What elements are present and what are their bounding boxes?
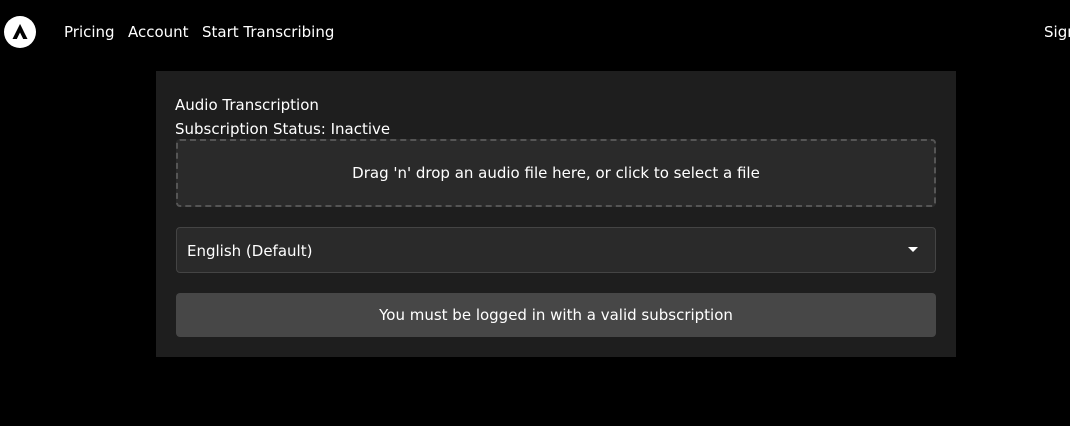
nav-link-account[interactable]: Account bbox=[128, 22, 189, 42]
transcribe-button[interactable]: You must be logged in with a valid subsc… bbox=[176, 293, 936, 337]
transcription-card: Audio Transcription Subscription Status:… bbox=[156, 71, 956, 357]
nav-link-sign-in[interactable]: Sign in bbox=[1044, 22, 1070, 42]
nav-link-pricing[interactable]: Pricing bbox=[64, 22, 115, 42]
triangle-logo-icon bbox=[12, 24, 28, 39]
transcribe-button-label: You must be logged in with a valid subsc… bbox=[379, 306, 733, 324]
nav-link-start-transcribing[interactable]: Start Transcribing bbox=[202, 22, 334, 42]
audio-dropzone[interactable]: Drag 'n' drop an audio file here, or cli… bbox=[176, 139, 936, 207]
card-title: Audio Transcription bbox=[175, 96, 319, 114]
subscription-status: Subscription Status: Inactive bbox=[175, 120, 391, 138]
chevron-down-icon bbox=[908, 247, 918, 252]
logo[interactable] bbox=[4, 16, 36, 48]
language-select[interactable]: English (Default) bbox=[176, 227, 936, 273]
top-navbar: Pricing Account Start Transcribing Sign … bbox=[0, 0, 1070, 64]
dropzone-text: Drag 'n' drop an audio file here, or cli… bbox=[352, 164, 760, 182]
language-select-value: English (Default) bbox=[187, 242, 313, 260]
